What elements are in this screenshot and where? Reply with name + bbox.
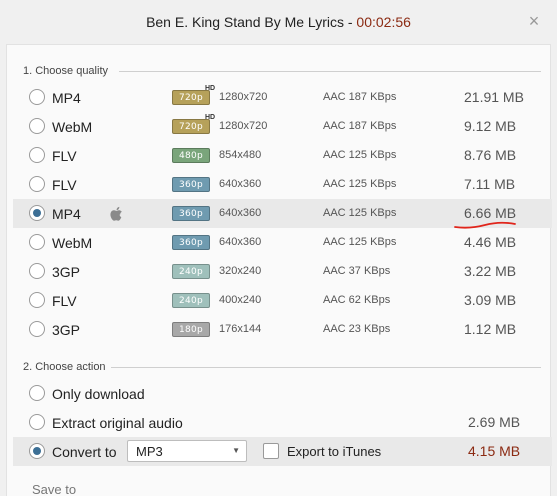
choose-quality-heading: 1. Choose quality [23,65,108,77]
video-duration: 00:02:56 [356,14,411,30]
extract-audio-label: Extract original audio [52,415,183,431]
quality-row[interactable]: 3GP 180p 176x144 AAC 23 KBps 1.12 MB [13,315,552,344]
close-icon[interactable]: × [525,12,543,30]
quality-badge: 180p [172,322,210,337]
quality-radio[interactable] [29,234,45,250]
chevron-down-icon: ▼ [232,446,240,455]
only-download-label: Only download [52,386,145,402]
quality-size: 7.11 MB [464,176,516,192]
quality-size: 3.22 MB [464,263,517,279]
quality-badge: 240p [172,264,210,279]
quality-badge: 360p [172,235,210,250]
extract-audio-radio[interactable] [29,414,45,430]
quality-format: FLV [52,177,77,193]
quality-size: 8.76 MB [464,147,517,163]
quality-row[interactable]: WebM 720p HD 1280x720 AAC 187 KBps 9.12 MB [13,112,552,141]
quality-badge: 480p [172,148,210,163]
quality-divider [119,71,541,72]
quality-format: MP4 [52,90,81,106]
quality-row[interactable]: FLV 240p 400x240 AAC 62 KBps 3.09 MB [13,286,552,315]
quality-radio[interactable] [29,292,45,308]
action-only-download[interactable]: Only download [13,379,552,408]
quality-badge: 720p [172,90,210,105]
quality-format: FLV [52,293,77,309]
quality-row[interactable]: WebM 360p 640x360 AAC 125 KBps 4.46 MB [13,228,552,257]
quality-radio[interactable] [29,321,45,337]
quality-row[interactable]: MP4 720p HD 1280x720 AAC 187 KBps 21.91 MB [13,83,552,112]
quality-badge: 360p [172,177,210,192]
action-extract-audio[interactable]: Extract original audio 2.69 MB [13,408,552,437]
export-itunes-checkbox[interactable] [263,443,279,459]
quality-row[interactable]: 3GP 240p 320x240 AAC 37 KBps 3.22 MB [13,257,552,286]
quality-resolution: 640x360 [219,207,262,219]
quality-format: WebM [52,119,93,135]
quality-audio: AAC 23 KBps [323,323,391,335]
quality-size: 4.46 MB [464,234,517,250]
quality-audio: AAC 37 KBps [323,265,391,277]
convert-format-value: MP3 [136,444,163,459]
extract-audio-size: 2.69 MB [468,414,521,430]
only-download-radio[interactable] [29,385,45,401]
quality-audio: AAC 125 KBps [323,178,397,190]
quality-audio: AAC 125 KBps [323,207,397,219]
title-bar: Ben E. King Stand By Me Lyrics - 00:02:5… [0,0,557,44]
quality-radio[interactable] [29,263,45,279]
video-title: Ben E. King Stand By Me Lyrics - [146,14,357,30]
quality-radio[interactable] [29,89,45,105]
quality-resolution: 640x360 [219,178,262,190]
quality-badge: 360p [172,206,210,221]
quality-resolution: 176x144 [219,323,262,335]
quality-audio: AAC 125 KBps [323,149,397,161]
quality-size: 3.09 MB [464,292,517,308]
quality-size: 6.66 MB [464,205,517,221]
quality-radio[interactable] [29,205,45,221]
quality-resolution: 854x480 [219,149,262,161]
apple-icon [110,206,122,221]
quality-resolution: 400x240 [219,294,262,306]
quality-resolution: 1280x720 [219,91,268,103]
quality-format: 3GP [52,264,81,280]
hd-badge: HD [205,114,216,121]
quality-radio[interactable] [29,176,45,192]
quality-badge: 720p [172,119,210,134]
quality-audio: AAC 62 KBps [323,294,391,306]
convert-to-radio[interactable] [29,443,45,459]
quality-row[interactable]: FLV 360p 640x360 AAC 125 KBps 7.11 MB [13,170,552,199]
quality-resolution: 640x360 [219,236,262,248]
quality-badge: 240p [172,293,210,308]
convert-format-select[interactable]: MP3 ▼ [127,440,247,462]
hd-badge: HD [205,85,216,92]
quality-radio[interactable] [29,118,45,134]
quality-audio: AAC 125 KBps [323,236,397,248]
quality-format: FLV [52,148,77,164]
quality-audio: AAC 187 KBps [323,91,397,103]
download-panel: 1. Choose quality MP4 720p HD 1280x720 AAC 1… [6,44,552,496]
quality-size: 21.91 MB [464,89,524,105]
save-to-label: Save to [32,482,77,496]
quality-format: WebM [52,235,93,251]
quality-resolution: 320x240 [219,265,262,277]
quality-format: 3GP [52,322,81,338]
quality-audio: AAC 187 KBps [323,120,397,132]
quality-radio[interactable] [29,147,45,163]
action-convert-to[interactable]: Convert to MP3 ▼ Export to iTunes 4.15 M… [13,437,552,466]
quality-resolution: 1280x720 [219,120,268,132]
action-divider [111,367,541,368]
convert-size: 4.15 MB [468,443,521,459]
quality-size: 1.12 MB [464,321,517,337]
quality-format: MP4 [52,206,81,222]
convert-to-label: Convert to [52,444,117,460]
export-itunes-label: Export to iTunes [287,444,382,459]
quality-size: 9.12 MB [464,118,517,134]
choose-action-heading: 2. Choose action [23,361,106,373]
quality-row[interactable]: FLV 480p 854x480 AAC 125 KBps 8.76 MB [13,141,552,170]
window-title: Ben E. King Stand By Me Lyrics - 00:02:5… [0,14,557,30]
quality-row[interactable]: MP4 360p 640x360 AAC 125 KBps 6.66 MB [13,199,552,228]
